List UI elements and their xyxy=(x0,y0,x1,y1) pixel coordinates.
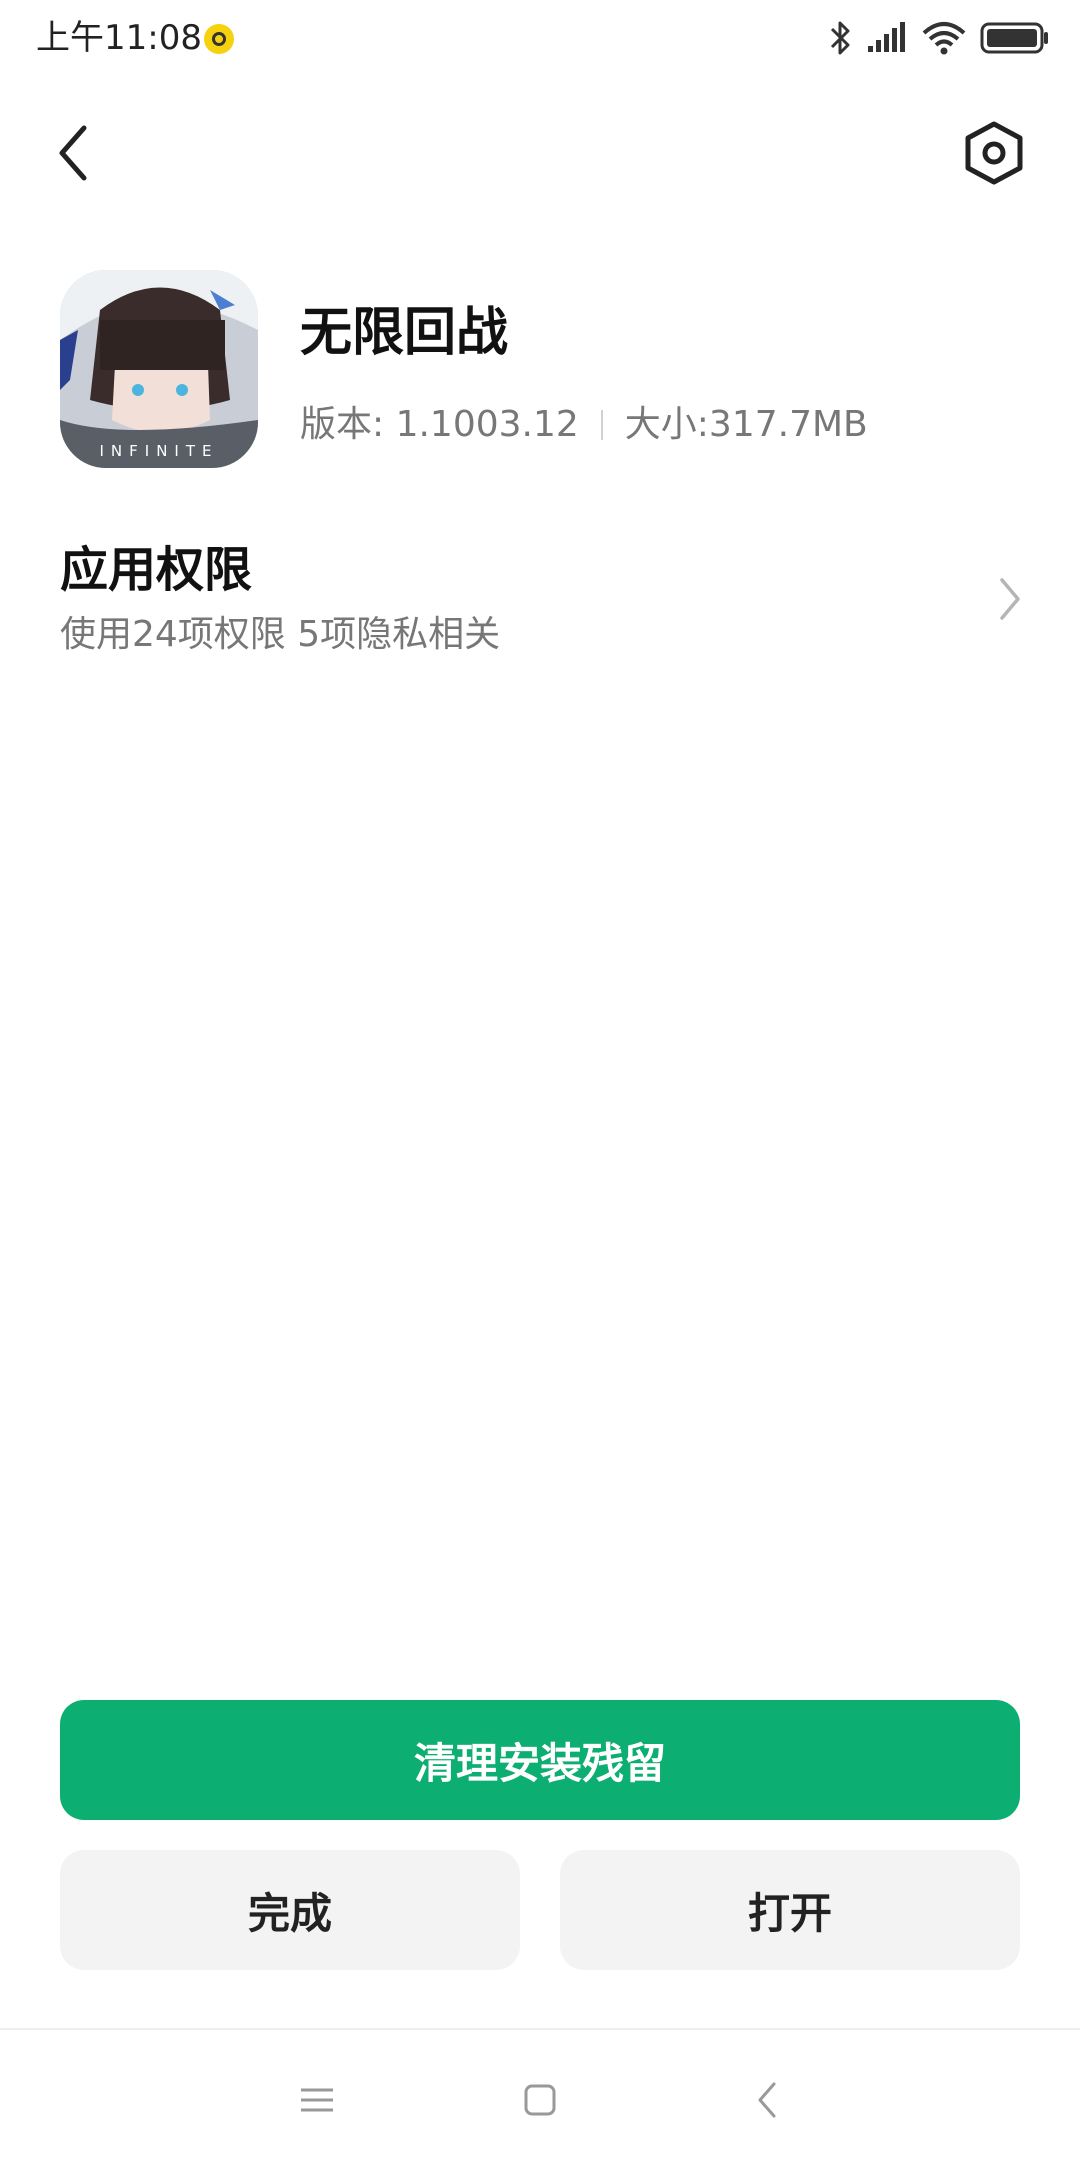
status-icons xyxy=(828,18,1050,58)
home-icon xyxy=(524,2084,556,2116)
nav-menu-button[interactable] xyxy=(287,2070,347,2130)
permissions-row[interactable]: 应用权限 使用24项权限 5项隐私相关 xyxy=(0,530,1080,670)
menu-icon xyxy=(301,2088,333,2112)
battery-icon xyxy=(980,21,1050,55)
back-button[interactable] xyxy=(50,118,106,188)
bluetooth-icon xyxy=(828,19,852,57)
wifi-icon xyxy=(922,21,966,55)
open-button[interactable]: 打开 xyxy=(560,1850,1020,1970)
svg-text:INFINITE: INFINITE xyxy=(100,442,219,460)
nav-back-button[interactable] xyxy=(738,2070,798,2130)
navigation-bar xyxy=(0,2028,1080,2162)
app-name: 无限回战 xyxy=(300,303,509,363)
app-meta: 版本: 1.1003.12 大小:317.7MB xyxy=(300,400,868,450)
signal-icon xyxy=(866,22,908,54)
back-arrow-icon xyxy=(59,125,87,181)
done-button[interactable]: 完成 xyxy=(60,1850,520,1970)
permissions-title: 应用权限 xyxy=(60,542,253,598)
app-artwork-icon: INFINITE xyxy=(60,270,258,468)
settings-hexagon-icon xyxy=(965,121,1023,185)
permissions-subtitle: 使用24项权限 5项隐私相关 xyxy=(60,614,501,655)
size-label: 大小:317.7MB xyxy=(624,404,868,445)
back-icon xyxy=(758,2082,776,2118)
app-icon: INFINITE xyxy=(60,270,258,468)
nav-home-button[interactable] xyxy=(510,2070,570,2130)
notification-dot-icon xyxy=(204,24,234,54)
meta-divider xyxy=(600,410,603,440)
status-time: 上午11:08 xyxy=(36,18,202,58)
chevron-right-icon xyxy=(1000,578,1020,620)
settings-button[interactable] xyxy=(962,120,1026,186)
status-bar: 上午11:08 xyxy=(0,0,1080,76)
version-label: 版本: 1.1003.12 xyxy=(300,404,579,445)
clean-residue-button[interactable]: 清理安装残留 xyxy=(60,1700,1020,1820)
